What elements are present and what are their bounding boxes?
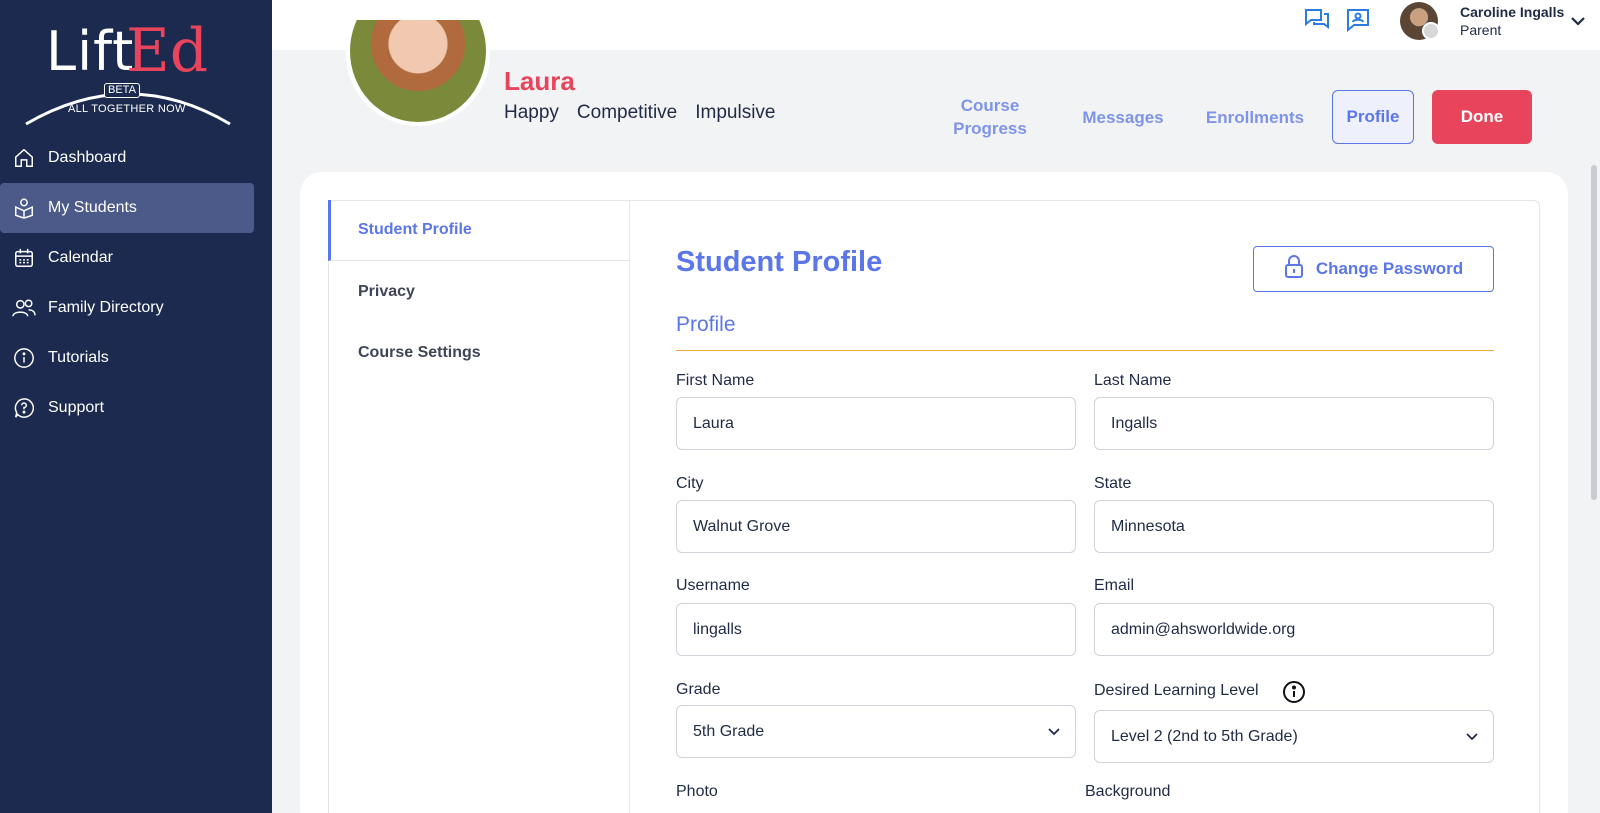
enrollments-link[interactable]: Enrollments — [1194, 106, 1316, 129]
city-field[interactable] — [676, 500, 1076, 553]
contact-message-icon[interactable] — [1346, 8, 1374, 36]
page-scrollbar[interactable] — [1591, 165, 1597, 500]
level-label: Desired Learning Level — [1094, 682, 1259, 699]
trait-label: Impulsive — [695, 102, 776, 123]
email-field[interactable] — [1094, 603, 1494, 656]
state-field[interactable] — [1094, 500, 1494, 553]
info-icon — [12, 346, 36, 370]
calendar-icon — [12, 246, 36, 270]
learning-level-value: Level 2 (2nd to 5th Grade) — [1111, 727, 1298, 745]
username-field[interactable] — [676, 603, 1076, 656]
change-password-label: Change Password — [1315, 259, 1464, 278]
section-title: Profile — [676, 313, 736, 336]
sidebar-item-family-directory[interactable]: Family Directory — [0, 283, 254, 333]
chevron-down-icon[interactable] — [1570, 14, 1586, 32]
background-label: Background — [1085, 783, 1171, 800]
people-icon — [12, 296, 36, 320]
sidebar-item-calendar[interactable]: Calendar — [0, 233, 254, 283]
lock-icon — [1284, 254, 1304, 284]
profile-subnav: Student Profile Privacy Course Settings — [328, 200, 630, 813]
photo-label: Photo — [676, 783, 718, 800]
home-icon — [12, 146, 36, 170]
last-name-label: Last Name — [1094, 372, 1172, 389]
sidebar-item-label: Family Directory — [48, 299, 164, 316]
last-name-field[interactable] — [1094, 397, 1494, 450]
sidebar-item-support[interactable]: Support — [0, 383, 254, 433]
sub-avatar-icon — [1422, 22, 1440, 40]
liftedu-logo[interactable]: Lift Ed BETA ALL TOGETHER NOW — [24, 14, 234, 126]
learning-level-select[interactable]: Level 2 (2nd to 5th Grade) — [1094, 710, 1494, 763]
sidebar-item-label: Dashboard — [48, 149, 127, 166]
sidebar-item-dashboard[interactable]: Dashboard — [0, 133, 254, 183]
trait-label: Competitive — [576, 102, 678, 123]
sidebar-item-label: My Students — [48, 199, 137, 216]
sidebar-item-label: Tutorials — [48, 349, 109, 366]
grade-value: 5th Grade — [693, 722, 765, 740]
change-password-button[interactable]: Change Password — [1253, 246, 1494, 292]
city-label: City — [676, 475, 704, 492]
section-divider — [676, 350, 1494, 351]
student-photo — [346, 20, 490, 126]
chevron-down-icon — [1465, 729, 1479, 747]
username-label: Username — [676, 577, 750, 594]
beta-badge: BETA — [104, 83, 140, 98]
sidebar-item-my-students[interactable]: My Students — [0, 183, 254, 233]
user-role: Parent — [1460, 22, 1502, 38]
chevron-down-icon — [1047, 724, 1061, 742]
grade-select[interactable]: 5th Grade — [676, 705, 1076, 758]
subnav-privacy[interactable]: Privacy — [328, 261, 629, 322]
user-name[interactable]: Caroline Ingalls — [1460, 4, 1564, 20]
sidebar-item-label: Calendar — [48, 249, 113, 266]
profile-button[interactable]: Profile — [1332, 90, 1414, 144]
chat-icon[interactable] — [1304, 8, 1332, 36]
page-title: Student Profile — [676, 246, 883, 278]
sidebar: Lift Ed BETA ALL TOGETHER NOW Dashboard … — [0, 0, 272, 813]
sidebar-item-label: Support — [48, 399, 105, 416]
email-label: Email — [1094, 577, 1135, 594]
student-traits: Happy Competitive Impulsive — [504, 102, 776, 124]
student-icon — [12, 196, 36, 220]
first-name-label: First Name — [676, 372, 755, 389]
info-icon[interactable] — [1282, 680, 1306, 704]
grade-label: Grade — [676, 681, 721, 698]
course-progress-link[interactable]: Course Progress — [940, 94, 1040, 140]
messages-link[interactable]: Messages — [1068, 106, 1178, 129]
student-name: Laura — [504, 66, 575, 96]
help-icon — [12, 396, 36, 420]
sidebar-item-tutorials[interactable]: Tutorials — [0, 333, 254, 383]
state-label: State — [1094, 475, 1132, 492]
trait-label: Happy — [504, 102, 559, 123]
done-button[interactable]: Done — [1432, 90, 1532, 144]
logo-tagline: ALL TOGETHER NOW — [68, 103, 186, 115]
subnav-student-profile[interactable]: Student Profile — [328, 200, 629, 261]
subnav-course-settings[interactable]: Course Settings — [328, 322, 629, 383]
sidebar-nav: Dashboard My Students Calendar Family Di… — [0, 133, 272, 433]
first-name-field[interactable] — [676, 397, 1076, 450]
